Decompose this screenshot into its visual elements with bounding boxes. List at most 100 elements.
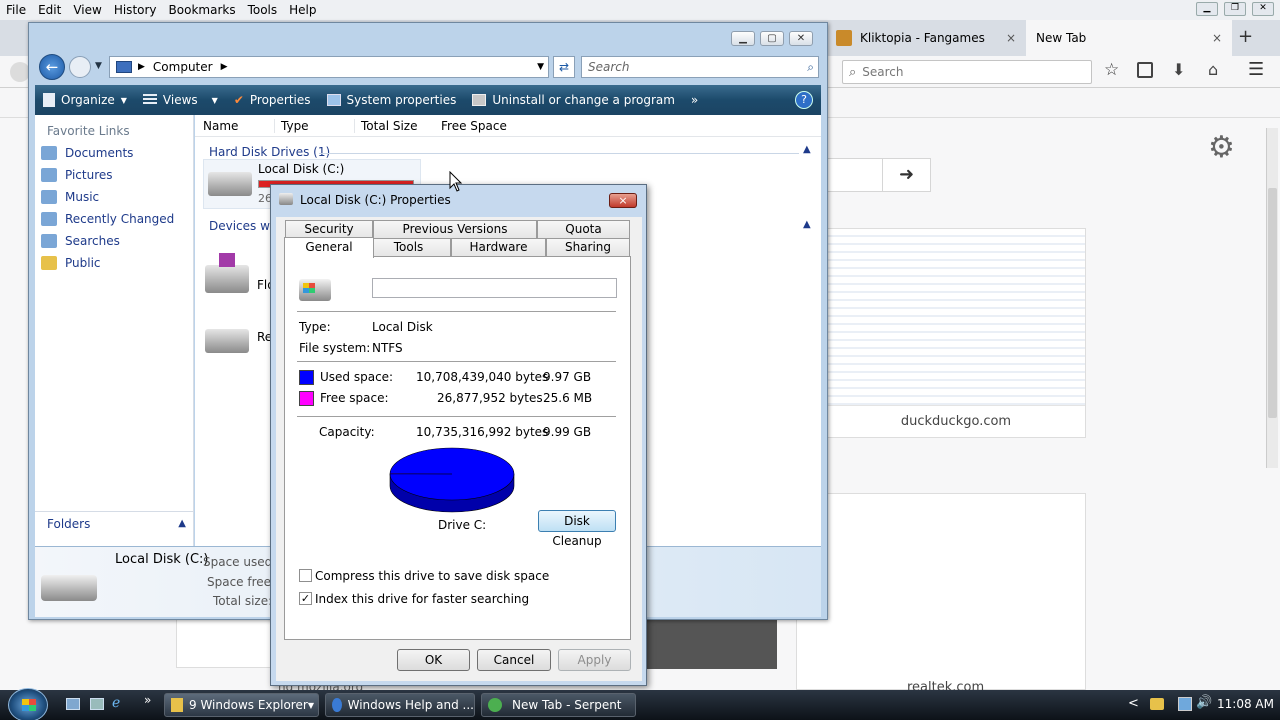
- cancel-button[interactable]: Cancel: [477, 649, 551, 671]
- hamburger-menu-icon[interactable]: ☰: [1248, 59, 1264, 80]
- explorer-close-button[interactable]: ✕: [789, 31, 813, 46]
- browser-close-button[interactable]: ✕: [1252, 2, 1274, 16]
- index-label[interactable]: Index this drive for faster searching: [315, 592, 529, 606]
- ok-button[interactable]: OK: [397, 649, 470, 671]
- chevron-up-icon[interactable]: ▲: [803, 144, 811, 155]
- removable-drive-icon[interactable]: [205, 329, 249, 353]
- disk-usage-pie-chart: [389, 447, 515, 513]
- browser-back-icon[interactable]: [10, 62, 30, 82]
- internet-explorer-icon[interactable]: ℯ: [112, 695, 120, 711]
- column-type[interactable]: Type: [275, 118, 355, 133]
- column-total-size[interactable]: Total Size: [355, 119, 435, 133]
- tab-general[interactable]: General: [284, 237, 374, 258]
- link-searches[interactable]: Searches: [35, 230, 193, 252]
- tray-expand-arrow[interactable]: <: [1128, 696, 1139, 711]
- views-button[interactable]: Views ▼: [135, 85, 226, 115]
- dialog-close-button[interactable]: ×: [609, 193, 637, 208]
- search-icon[interactable]: ⌕: [807, 60, 814, 75]
- forward-arrow-icon[interactable]: [69, 56, 91, 78]
- explorer-search-input[interactable]: Search ⌕: [581, 56, 819, 78]
- tab-quota[interactable]: Quota: [537, 220, 630, 238]
- used-space-bytes: 10,708,439,040 bytes: [416, 370, 549, 384]
- tab-close-icon[interactable]: ×: [1006, 31, 1016, 45]
- browser-search-box[interactable]: ⌕ Search: [842, 60, 1092, 84]
- help-button[interactable]: ?: [787, 85, 821, 115]
- group-hard-disk-drives[interactable]: Hard Disk Drives (1): [209, 145, 330, 159]
- scrollbar-thumb[interactable]: [1268, 188, 1277, 418]
- link-label: Recently Changed: [65, 212, 175, 226]
- browser-restore-button[interactable]: ❐: [1224, 2, 1246, 16]
- task-windows-explorer[interactable]: 9 Windows Explorer ▼: [164, 693, 319, 717]
- breadcrumb-arrow-icon[interactable]: ▶: [138, 62, 145, 72]
- back-arrow-icon[interactable]: ←: [39, 54, 65, 80]
- link-pictures[interactable]: Pictures: [35, 164, 193, 186]
- bookmark-star-icon[interactable]: ☆: [1104, 60, 1119, 80]
- tray-network-icon[interactable]: [1178, 697, 1192, 711]
- tile-realtek[interactable]: realtek.com: [796, 493, 1086, 695]
- show-desktop-icon[interactable]: [66, 698, 80, 710]
- index-checkbox[interactable]: ✓: [299, 592, 312, 605]
- disk-cleanup-button[interactable]: Disk Cleanup: [538, 510, 616, 548]
- menu-edit[interactable]: Edit: [32, 3, 67, 17]
- tab-sharing[interactable]: Sharing: [546, 238, 630, 256]
- new-tab-button[interactable]: +: [1238, 26, 1253, 47]
- task-new-tab-serpent[interactable]: New Tab - Serpent: [481, 693, 636, 717]
- settings-gear-icon[interactable]: ⚙: [1208, 130, 1235, 165]
- explorer-maximize-button[interactable]: ▢: [760, 31, 784, 46]
- menu-help[interactable]: Help: [283, 3, 322, 17]
- chevron-up-icon[interactable]: ▲: [803, 219, 811, 230]
- link-music[interactable]: Music: [35, 186, 193, 208]
- home-icon[interactable]: ⌂: [1208, 60, 1218, 79]
- compress-checkbox[interactable]: [299, 569, 312, 582]
- tray-clock[interactable]: 11:08 AM: [1217, 697, 1274, 711]
- menu-file[interactable]: File: [0, 3, 32, 17]
- system-properties-button[interactable]: System properties: [319, 85, 465, 115]
- task-windows-help[interactable]: Windows Help and ...: [325, 693, 475, 717]
- folders-toggle[interactable]: Folders ▲: [35, 511, 194, 535]
- uninstall-button[interactable]: Uninstall or change a program: [464, 85, 683, 115]
- tab-tools[interactable]: Tools: [366, 238, 451, 256]
- start-button[interactable]: [8, 688, 48, 720]
- menu-history[interactable]: History: [108, 3, 163, 17]
- apply-button[interactable]: Apply: [558, 649, 631, 671]
- link-documents[interactable]: Documents: [35, 142, 193, 164]
- reading-list-icon[interactable]: [1137, 62, 1153, 78]
- organize-button[interactable]: Organize ▼: [35, 85, 135, 115]
- tab-hardware[interactable]: Hardware: [451, 238, 546, 256]
- tab-close-icon[interactable]: ×: [1212, 31, 1222, 45]
- menu-bookmarks[interactable]: Bookmarks: [163, 3, 242, 17]
- properties-button[interactable]: ✔ Properties: [226, 85, 319, 115]
- quicklaunch-chevron[interactable]: »: [144, 693, 151, 707]
- arrow-right-icon[interactable]: ➜: [882, 159, 930, 191]
- page-scrollbar[interactable]: [1266, 128, 1278, 468]
- hard-drive-icon: [41, 575, 97, 601]
- drive-label-input[interactable]: [372, 278, 617, 298]
- tile-duckduckgo[interactable]: duckduckgo.com: [826, 228, 1086, 438]
- compress-label[interactable]: Compress this drive to save disk space: [315, 569, 549, 583]
- column-free-space[interactable]: Free Space: [435, 119, 515, 133]
- download-icon[interactable]: ⬇: [1172, 60, 1185, 79]
- column-name[interactable]: Name: [195, 118, 275, 133]
- breadcrumb-arrow-icon[interactable]: ▶: [221, 62, 228, 72]
- tab-previous-versions[interactable]: Previous Versions: [373, 220, 537, 238]
- address-bar[interactable]: ▶ Computer ▶ ▼: [109, 56, 549, 78]
- folder-icon: [41, 256, 57, 270]
- history-dropdown-icon[interactable]: ▼: [95, 61, 102, 71]
- link-recently-changed[interactable]: Recently Changed: [35, 208, 193, 230]
- tab-new-tab[interactable]: New Tab ×: [1026, 20, 1232, 56]
- tab-kliktopia[interactable]: Kliktopia - Fangames ×: [826, 20, 1026, 56]
- address-dropdown-icon[interactable]: ▼: [537, 62, 544, 72]
- page-search-box[interactable]: ➜: [826, 158, 931, 192]
- tray-volume-icon[interactable]: 🔊: [1196, 695, 1212, 710]
- link-public[interactable]: Public: [35, 252, 193, 274]
- menu-view[interactable]: View: [67, 3, 107, 17]
- toolbar-overflow-button[interactable]: »: [683, 85, 706, 115]
- explorer-minimize-button[interactable]: ▁: [731, 31, 755, 46]
- refresh-icon[interactable]: ⇄: [553, 56, 575, 78]
- browser-minimize-button[interactable]: ▁: [1196, 2, 1218, 16]
- tray-people-icon[interactable]: [1150, 698, 1164, 710]
- menu-tools[interactable]: Tools: [242, 3, 284, 17]
- tab-security[interactable]: Security: [285, 220, 373, 238]
- switch-windows-icon[interactable]: [90, 698, 104, 710]
- floppy-drive-icon[interactable]: [205, 253, 249, 293]
